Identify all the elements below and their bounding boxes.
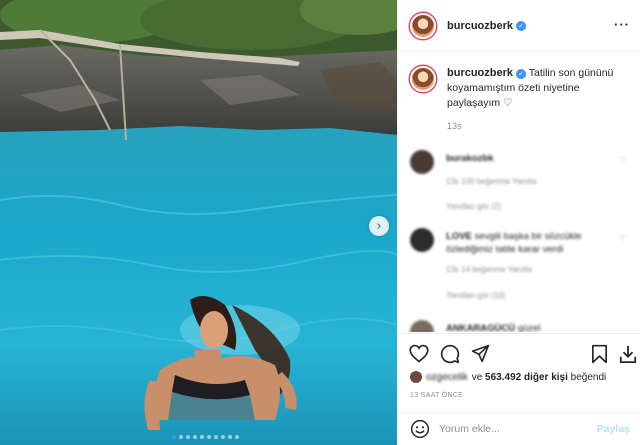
verified-badge-icon: ✓ — [516, 20, 527, 31]
caption-body: burcuozberk ✓ Tatilin son gününü koyamamı… — [447, 66, 627, 111]
liker-username[interactable]: ozgecelik — [426, 372, 468, 383]
view-replies-link[interactable]: Yanıtları gör (10) — [446, 291, 505, 300]
likes-summary[interactable]: ozgecelik ve 563.492 diğer kişi beğendi — [410, 371, 606, 383]
caption-author-avatar[interactable] — [410, 66, 436, 92]
post-caption: burcuozberk ✓ Tatilin son gününü koyamamı… — [410, 66, 635, 111]
comment-like-icon[interactable]: ♡ — [619, 234, 627, 244]
post-comment-button[interactable]: Paylaş — [597, 423, 630, 435]
post-photo[interactable]: › — [0, 0, 397, 445]
liker-avatar — [410, 371, 422, 383]
commenter-username[interactable]: LOVE — [446, 231, 472, 242]
likes-suffix: beğendi — [570, 371, 607, 383]
post-header: burcuozberk ✓ ··· — [398, 0, 640, 52]
comment-like-icon[interactable]: ♡ — [619, 156, 627, 166]
comment-meta[interactable]: 13s 100 beğenme Yanıtla — [446, 177, 536, 186]
download-icon[interactable] — [619, 344, 637, 364]
carousel-dot — [228, 435, 232, 439]
post-timestamp[interactable]: 13 SAAT ÖNCE — [410, 392, 463, 399]
caption-verified-badge-icon: ✓ — [516, 69, 527, 79]
comment-text: ANKARAGÜCÜ güzel görünüyorsun — [446, 322, 596, 332]
comment-meta[interactable]: 13s 14 beğenme Yanıtla — [446, 265, 532, 274]
carousel-dot — [207, 435, 211, 439]
carousel-next-button[interactable]: › — [369, 216, 389, 236]
carousel-dot — [186, 435, 190, 439]
more-options-icon[interactable]: ··· — [614, 17, 630, 32]
commenter-username[interactable]: ANKARAGÜCÜ — [446, 323, 515, 332]
commenter-avatar[interactable] — [410, 150, 434, 174]
comments-list[interactable]: burakozbk 13s 100 beğenme Yanıtla Yanıtl… — [398, 140, 640, 332]
author-username[interactable]: burcuozberk — [447, 20, 513, 32]
commenter-username[interactable]: burakozbk — [446, 153, 494, 164]
carousel-indicator — [172, 435, 239, 439]
bookmark-icon[interactable] — [591, 344, 608, 364]
likes-count[interactable]: 563.492 diğer kişi — [485, 372, 568, 383]
caption-heart-icon: ♡ — [503, 97, 513, 109]
carousel-dot — [179, 435, 183, 439]
photo-illustration — [0, 0, 397, 445]
carousel-dot — [193, 435, 197, 439]
likes-connector: ve — [471, 371, 483, 383]
carousel-dot — [214, 435, 218, 439]
carousel-dot — [200, 435, 204, 439]
caption-username[interactable]: burcuozberk — [447, 67, 513, 79]
carousel-dot — [221, 435, 225, 439]
commenter-avatar[interactable] — [410, 320, 434, 332]
heart-outline-icon[interactable] — [409, 344, 429, 363]
comment-text: burakozbk — [446, 152, 596, 165]
caption-timestamp: 13s — [447, 121, 462, 131]
smiley-icon[interactable] — [410, 419, 430, 439]
carousel-dot — [235, 435, 239, 439]
comment-input[interactable] — [439, 423, 589, 435]
author-avatar[interactable] — [410, 12, 436, 39]
send-plane-icon[interactable] — [471, 344, 490, 363]
commenter-avatar[interactable] — [410, 228, 434, 252]
post-side-panel: burcuozberk ✓ ··· burcuozberk ✓ Tatilin s… — [397, 0, 640, 445]
comment-bubble-icon[interactable] — [440, 344, 460, 364]
add-comment-bar: Paylaş — [398, 412, 640, 445]
comment-text: LOVE sevgili başka bir sözcükle özlediği… — [446, 230, 596, 256]
post-actions-bar — [398, 333, 640, 373]
carousel-dot-active — [172, 435, 176, 439]
view-replies-link[interactable]: Yanıtları gör (2) — [446, 202, 501, 211]
